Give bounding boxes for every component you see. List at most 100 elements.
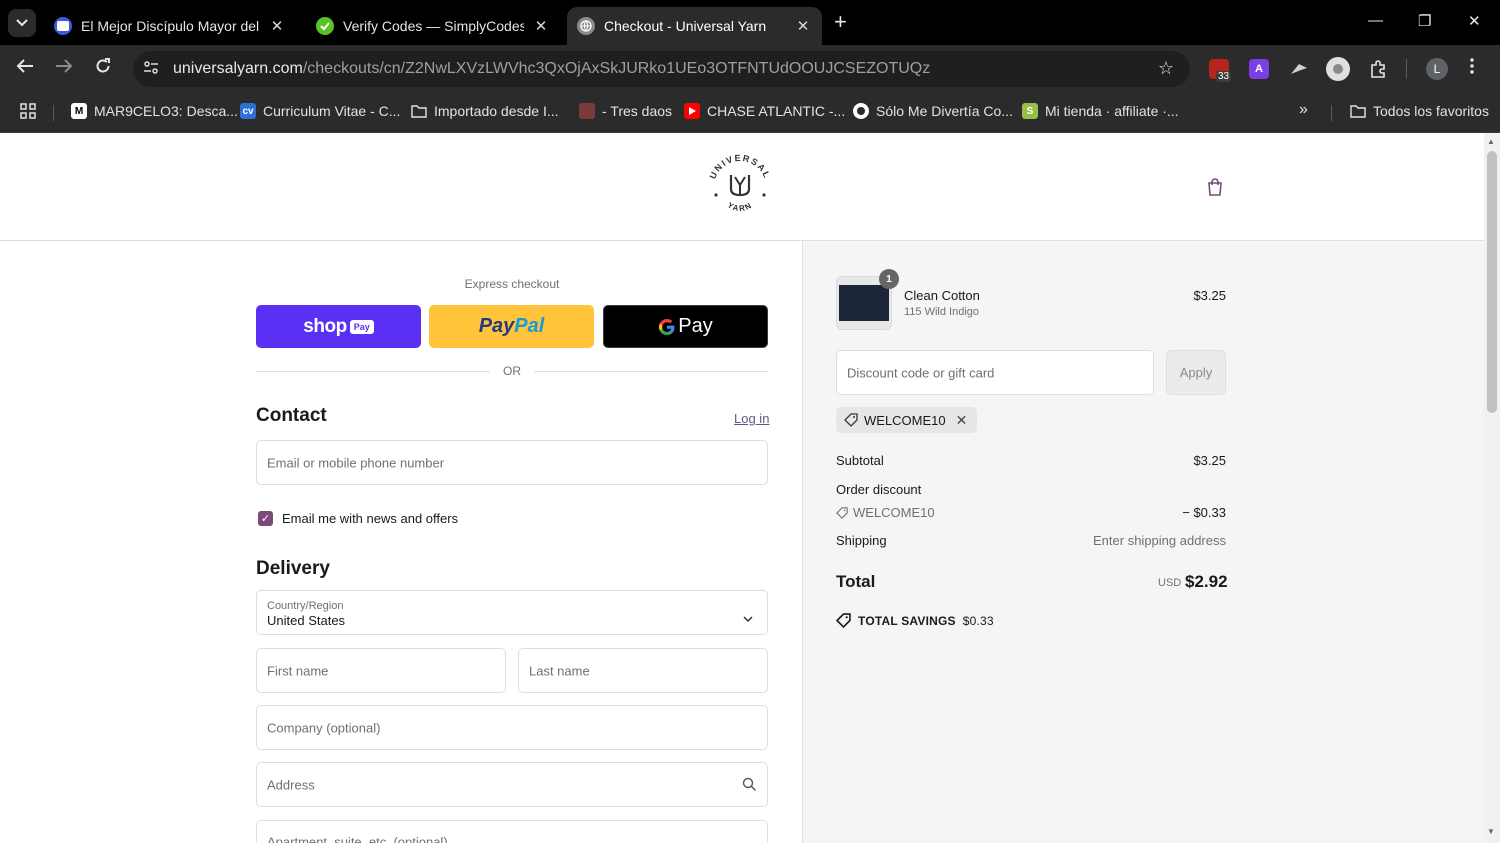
- bookmark-divider: [53, 105, 54, 121]
- bookmark-importado[interactable]: Importado desde I...: [411, 103, 559, 119]
- tab-title: El Mejor Discípulo Mayor del M: [81, 18, 260, 34]
- address-placeholder: Address: [267, 777, 315, 792]
- universal-yarn-logo[interactable]: UNIVERSAL YARN: [704, 153, 776, 219]
- tab-el-mejor-discipulo[interactable]: El Mejor Discípulo Mayor del M ✕: [44, 7, 296, 45]
- extension-a-icon[interactable]: A: [1249, 59, 1269, 79]
- back-icon[interactable]: [16, 58, 34, 78]
- total-value: $2.92: [1185, 572, 1228, 591]
- bookmark-chase-atlantic[interactable]: CHASE ATLANTIC -...: [684, 103, 845, 119]
- bookmark-label: CHASE ATLANTIC -...: [707, 103, 846, 119]
- bookmark-mi-tienda[interactable]: S Mi tienda · affiliate ·...: [1022, 103, 1179, 119]
- or-text: OR: [503, 364, 521, 378]
- product-image: [839, 285, 889, 321]
- apps-grid-icon[interactable]: [20, 103, 36, 119]
- profile-avatar[interactable]: L: [1426, 58, 1448, 80]
- bookmark-favicon: [853, 103, 869, 119]
- applied-code-chip: WELCOME10 ✕: [836, 407, 978, 433]
- bookmark-label: Curriculum Vitae - C...: [263, 103, 401, 119]
- chevron-down-icon: [16, 19, 28, 27]
- youtube-icon: [684, 103, 700, 119]
- bookmark-favicon: cv: [240, 103, 256, 119]
- country-select[interactable]: Country/Region United States: [256, 590, 768, 635]
- country-value: United States: [267, 613, 346, 628]
- minimize-icon[interactable]: —: [1368, 12, 1383, 29]
- bookmark-tres-daos[interactable]: - Tres daos: [579, 103, 672, 119]
- last-name-field[interactable]: Last name: [518, 648, 768, 693]
- close-tab-icon[interactable]: ✕: [268, 17, 286, 35]
- applied-code-text: WELCOME10: [864, 412, 946, 428]
- first-name-placeholder: First name: [267, 663, 329, 678]
- newsletter-checkbox[interactable]: ✓: [258, 511, 273, 526]
- forward-icon[interactable]: [55, 58, 73, 78]
- scrollbar-thumb[interactable]: [1487, 151, 1497, 413]
- close-window-icon[interactable]: ✕: [1468, 12, 1481, 30]
- bookmark-favicon: [579, 103, 595, 119]
- close-tab-icon[interactable]: ✕: [794, 17, 812, 35]
- tag-icon: [836, 506, 848, 519]
- bookmark-mar9celo3[interactable]: M MAR9CELO3: Desca...: [71, 103, 238, 119]
- company-field[interactable]: Company (optional): [256, 705, 768, 750]
- extension-badge: 33: [1216, 71, 1232, 82]
- shipping-value: Enter shipping address: [1093, 533, 1226, 548]
- globe-icon: [580, 20, 592, 32]
- order-discount-row: Order discount: [836, 482, 1226, 497]
- shop-pay-badge: Pay: [349, 319, 374, 334]
- paypal-button[interactable]: Pay Pal: [429, 305, 594, 348]
- bookmark-divider: [1331, 105, 1332, 121]
- total-currency: USD: [1158, 577, 1182, 589]
- tab-title: Checkout - Universal Yarn: [604, 18, 767, 34]
- close-tab-icon[interactable]: ✕: [532, 17, 550, 35]
- page-scrollbar[interactable]: ▲ ▼: [1484, 133, 1500, 843]
- check-icon: [320, 22, 330, 31]
- extension-simplycodes-icon[interactable]: [1326, 57, 1350, 81]
- checkout-page: UNIVERSAL YARN Express checkout shop Pay…: [0, 133, 1484, 843]
- bookmark-star-icon[interactable]: ☆: [1158, 58, 1174, 79]
- tab-checkout-universal-yarn[interactable]: Checkout - Universal Yarn ✕: [567, 7, 822, 45]
- shop-pay-button[interactable]: shop Pay: [256, 305, 421, 348]
- divider-line: [534, 371, 768, 372]
- tab-favicon: [316, 17, 334, 35]
- address-field[interactable]: Address: [256, 762, 768, 807]
- url-text: universalyarn.com/checkouts/cn/Z2NwLXVzL…: [173, 60, 931, 77]
- subtotal-label: Subtotal: [836, 453, 884, 468]
- google-pay-button[interactable]: Pay: [603, 305, 768, 348]
- book-icon: [57, 21, 69, 31]
- address-bar[interactable]: universalyarn.com/checkouts/cn/Z2NwLXVzL…: [133, 51, 1190, 87]
- scroll-down-icon[interactable]: ▼: [1487, 827, 1495, 836]
- shopping-bag-icon[interactable]: [1206, 177, 1224, 202]
- paypal-text-pay: Pay: [478, 315, 515, 337]
- bookmark-curriculum-vitae[interactable]: cv Curriculum Vitae - C...: [240, 103, 400, 119]
- or-divider: OR: [256, 364, 768, 380]
- browser-toolbar: universalyarn.com/checkouts/cn/Z2NwLXVzL…: [0, 45, 1500, 93]
- extension-bird-icon[interactable]: [1289, 59, 1309, 79]
- more-bookmarks-icon[interactable]: »: [1299, 101, 1308, 119]
- discount-code-row: WELCOME10 − $0.33: [836, 505, 1226, 520]
- contact-heading: Contact: [256, 405, 327, 426]
- tab-search-button[interactable]: [8, 9, 36, 37]
- bookmark-solo-me-divertia[interactable]: Sólo Me Divertía Co...: [853, 103, 1013, 119]
- shop-pay-text: shop: [303, 315, 347, 337]
- apply-button[interactable]: Apply: [1166, 350, 1226, 395]
- google-g-icon: [659, 318, 675, 335]
- total-label: Total: [836, 572, 876, 591]
- scroll-up-icon[interactable]: ▲: [1487, 137, 1495, 146]
- product-variant: 115 Wild Indigo: [904, 306, 980, 318]
- first-name-field[interactable]: First name: [256, 648, 506, 693]
- reload-icon[interactable]: [95, 58, 111, 78]
- restore-icon[interactable]: ❐: [1418, 12, 1431, 30]
- extensions-puzzle-icon[interactable]: [1368, 59, 1388, 79]
- browser-menu-icon[interactable]: [1470, 58, 1474, 78]
- tab-verify-codes[interactable]: Verify Codes — SimplyCodes ✕: [306, 7, 560, 45]
- remove-code-icon[interactable]: ✕: [956, 412, 968, 429]
- apartment-field[interactable]: Apartment, suite, etc. (optional): [256, 820, 768, 843]
- log-in-link[interactable]: Log in: [734, 411, 769, 426]
- folder-icon: [1350, 103, 1366, 119]
- site-settings-icon[interactable]: [143, 60, 159, 79]
- google-pay-text: Pay: [678, 315, 713, 337]
- all-bookmarks[interactable]: Todos los favoritos: [1350, 103, 1489, 119]
- bookmark-label: Todos los favoritos: [1373, 103, 1489, 119]
- divider-line: [256, 371, 490, 372]
- email-field[interactable]: Email or mobile phone number: [256, 440, 768, 485]
- new-tab-button[interactable]: +: [834, 11, 847, 33]
- discount-code-field[interactable]: Discount code or gift card: [836, 350, 1154, 395]
